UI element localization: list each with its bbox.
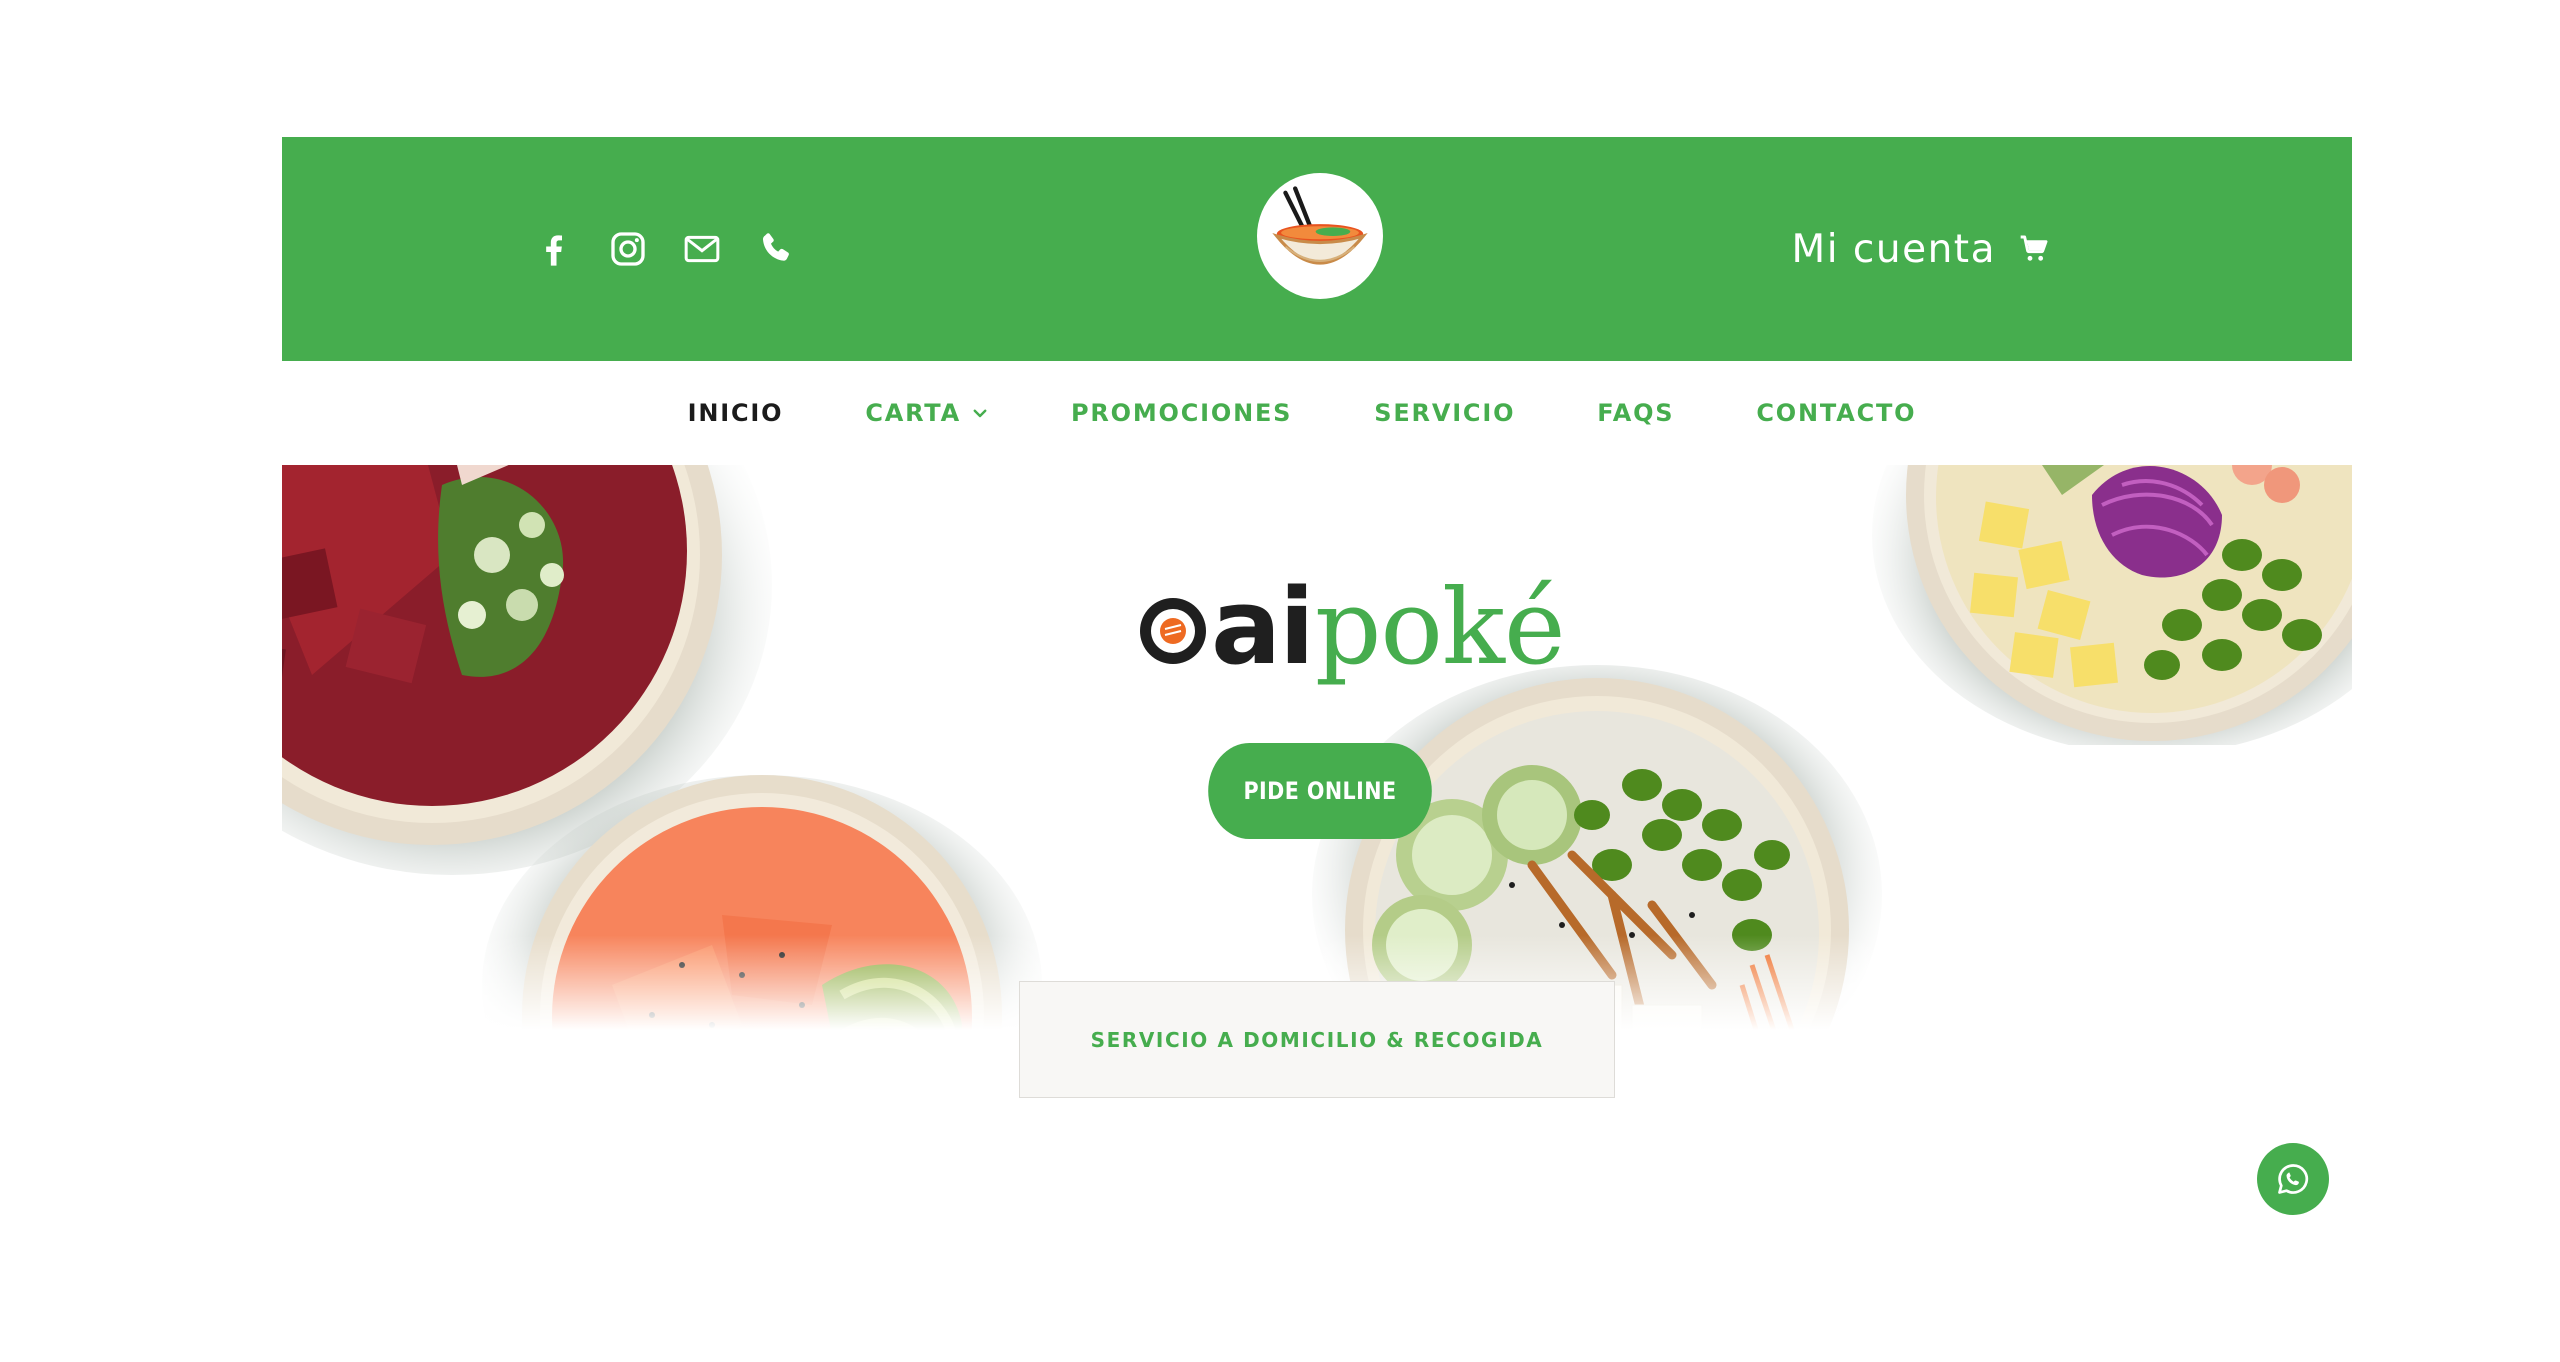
chevron-down-icon (971, 404, 989, 422)
order-online-button[interactable]: PIDE ONLINE (1208, 743, 1432, 839)
main-nav: INICIO CARTA PROMOCIONES SERVICIO FAQS C… (282, 361, 2352, 465)
nav-item-inicio[interactable]: INICIO (688, 399, 784, 427)
brand-name-poke: poké (1314, 566, 1566, 688)
hero-banner: ai poké PIDE ONLINE (282, 465, 2352, 1035)
account-link[interactable]: Mi cuenta (1792, 221, 2050, 277)
nav-item-promociones[interactable]: PROMOCIONES (1071, 399, 1292, 427)
brand-name-ai: ai (1211, 566, 1315, 688)
social-links (530, 225, 800, 273)
nav-label: SERVICIO (1374, 399, 1516, 427)
top-header: Mi cuenta (282, 137, 2352, 361)
account-label: Mi cuenta (1791, 226, 1996, 272)
pineapple-bowl-image (1872, 465, 2352, 745)
brand-wordmark: ai poké (1137, 566, 1566, 688)
phone-icon (762, 233, 789, 261)
whatsapp-button[interactable] (2257, 1143, 2329, 1215)
nav-item-contacto[interactable]: CONTACTO (1756, 399, 1916, 427)
cart-icon[interactable] (2018, 233, 2050, 265)
poke-bowl-logo-icon (1272, 186, 1368, 265)
mail-icon (684, 235, 720, 263)
nav-item-faqs[interactable]: FAQS (1597, 399, 1674, 427)
edamame-bowl-image (1312, 665, 1882, 1035)
site-logo[interactable] (1257, 173, 1383, 299)
service-label: SERVICIO A DOMICILIO & RECOGIDA (1090, 1027, 1544, 1052)
service-info-box: SERVICIO A DOMICILIO & RECOGIDA (1019, 981, 1615, 1098)
salmon-bowl-image (482, 775, 1042, 1035)
nav-label: CONTACTO (1756, 399, 1917, 427)
sushi-roll-icon (1140, 598, 1206, 664)
nav-item-carta[interactable]: CARTA (865, 399, 989, 427)
nav-item-servicio[interactable]: SERVICIO (1374, 399, 1515, 427)
instagram-icon (611, 232, 645, 266)
nav-label: CARTA (865, 399, 961, 427)
facebook-icon (546, 235, 562, 266)
nav-label: INICIO (687, 399, 784, 427)
phone-link[interactable] (752, 225, 800, 273)
nav-label: FAQS (1597, 399, 1675, 427)
site-container: Mi cuenta INICIO CARTA PROMOCIONES SERVI… (282, 137, 2352, 1035)
email-link[interactable] (678, 225, 726, 273)
facebook-link[interactable] (530, 225, 578, 273)
whatsapp-icon (2278, 1164, 2309, 1194)
nav-label: PROMOCIONES (1070, 399, 1293, 427)
instagram-link[interactable] (604, 225, 652, 273)
